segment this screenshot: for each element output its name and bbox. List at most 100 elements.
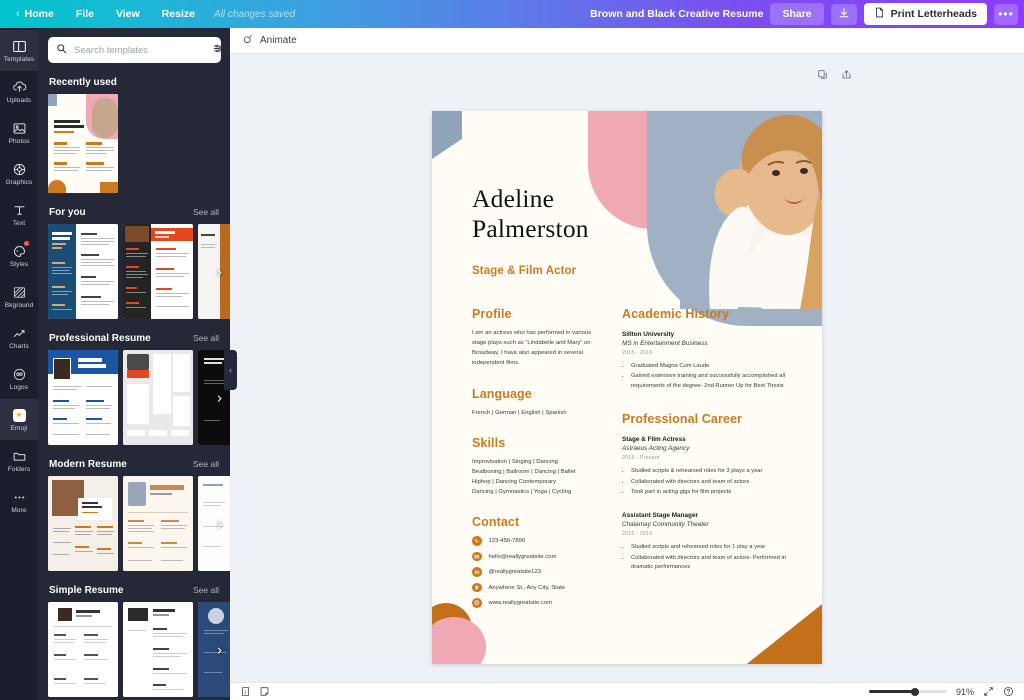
- notes-icon[interactable]: [259, 686, 270, 697]
- sidebar-item-folders[interactable]: Folders: [0, 440, 38, 481]
- duplicate-page-icon[interactable]: [817, 67, 828, 85]
- skills-line[interactable]: Improvisation | Singing | Dancing: [472, 457, 600, 467]
- sidebar-label-logos: Logos: [10, 385, 28, 392]
- sidebar-item-emoji[interactable]: ☀ Emoji: [0, 399, 38, 440]
- academic-section: Academic History Sillton University MS i…: [622, 307, 787, 391]
- resume-name[interactable]: Adeline Palmerston: [472, 184, 672, 244]
- bottom-bar: 1 91%: [230, 682, 1024, 700]
- sidebar-item-templates[interactable]: Templates: [0, 30, 38, 71]
- skills-line[interactable]: Dancing | Gymnastics | Yoga | Cycling: [472, 487, 600, 497]
- more-dots-icon: •••: [998, 7, 1014, 21]
- menu-file[interactable]: File: [65, 3, 105, 25]
- contact-row-email[interactable]: hello@reallygreatsite.com: [472, 552, 600, 562]
- more-options-button[interactable]: •••: [994, 4, 1018, 25]
- see-all-link[interactable]: See all: [193, 585, 219, 595]
- canvas-area: Animate: [230, 28, 1024, 700]
- career-title: Assistant Stage Manager: [622, 512, 787, 519]
- templates-icon: [11, 38, 28, 55]
- photo-icon: [11, 120, 28, 137]
- sidebar-item-charts[interactable]: Charts: [0, 317, 38, 358]
- menu-view[interactable]: View: [105, 3, 151, 25]
- language-text[interactable]: French | German | English | Spanish: [472, 408, 600, 418]
- menu-resize[interactable]: Resize: [151, 3, 206, 25]
- see-all-link[interactable]: See all: [193, 459, 219, 469]
- top-bar-left-menus: ‹ Home File View Resize All changes save…: [0, 3, 295, 25]
- chevron-left-icon: ‹: [16, 8, 20, 20]
- skills-line[interactable]: Hiphop | Dancing Contemporary: [472, 477, 600, 487]
- see-all-link[interactable]: See all: [193, 207, 219, 217]
- sidebar-item-photos[interactable]: Photos: [0, 112, 38, 153]
- carousel-next-arrow[interactable]: ›: [217, 515, 222, 532]
- career-bullets: Studied scripts & rehearsed roles for 3 …: [622, 467, 787, 497]
- sidebar-item-styles[interactable]: Styles: [0, 235, 38, 276]
- text-icon: [11, 202, 28, 219]
- career-entry[interactable]: Stage & Film Actress Astraeus Acting Age…: [622, 436, 787, 497]
- deco-bottom-pink-circle: [432, 617, 486, 664]
- resume-last-name: Palmerston: [472, 214, 672, 244]
- contact-row-linkedin[interactable]: @reallygreatsite123: [472, 567, 600, 577]
- list-item: Took part in acting gigs for film projec…: [631, 488, 787, 497]
- career-subtitle: Chalamay Community Theater: [622, 521, 787, 528]
- resume-page[interactable]: Adeline Palmerston Stage & Film Actor Pr…: [432, 111, 822, 664]
- panel-collapse-handle[interactable]: ‹: [224, 350, 237, 390]
- template-thumb[interactable]: [123, 476, 193, 571]
- contact-row-phone[interactable]: 123-456-7890: [472, 536, 600, 546]
- career-dates: 2015 - 2016: [622, 531, 787, 537]
- fullscreen-icon[interactable]: [983, 686, 994, 697]
- sidebar-label-styles: Styles: [10, 262, 28, 269]
- contact-row-location[interactable]: Anywhere St., Any City, State: [472, 583, 600, 593]
- sidebar-item-logos[interactable]: Logos: [0, 358, 38, 399]
- template-thumb[interactable]: [198, 224, 230, 319]
- see-all-link[interactable]: See all: [193, 333, 219, 343]
- sidebar-item-uploads[interactable]: Uploads: [0, 71, 38, 112]
- career-entry[interactable]: Assistant Stage Manager Chalamay Communi…: [622, 512, 787, 572]
- contact-row-website[interactable]: www.reallygreatsite.com: [472, 598, 600, 608]
- academic-title: Sillton University: [622, 331, 787, 338]
- template-thumb[interactable]: [48, 602, 118, 697]
- template-thumb[interactable]: [48, 350, 118, 445]
- carousel-next-arrow[interactable]: ›: [217, 389, 222, 406]
- zoom-slider[interactable]: [869, 690, 947, 693]
- sidebar-item-more[interactable]: More: [0, 481, 38, 522]
- template-thumb[interactable]: [123, 602, 193, 697]
- template-thumb[interactable]: [48, 94, 118, 193]
- template-thumb[interactable]: [123, 224, 193, 319]
- globe-icon: [472, 598, 482, 608]
- export-page-icon[interactable]: [841, 67, 852, 85]
- page-manager-icon[interactable]: 1: [240, 686, 251, 697]
- zoom-slider-knob[interactable]: [911, 688, 919, 696]
- profile-text[interactable]: I am an actress who has performed in var…: [472, 328, 600, 369]
- sidebar-item-graphics[interactable]: Graphics: [0, 153, 38, 194]
- home-button[interactable]: ‹ Home: [10, 3, 65, 25]
- print-letterheads-button[interactable]: Print Letterheads: [864, 3, 987, 25]
- academic-entry[interactable]: Sillton University MS in Entertainment B…: [622, 331, 787, 391]
- sidebar-item-bkground[interactable]: Bkground: [0, 276, 38, 317]
- career-dates: 2016 - Present: [622, 455, 787, 461]
- animate-button[interactable]: Animate: [260, 35, 297, 46]
- logos-icon: [11, 366, 28, 383]
- template-thumb[interactable]: [198, 476, 230, 571]
- sidebar-item-text[interactable]: Text: [0, 194, 38, 235]
- search-input[interactable]: [74, 45, 206, 56]
- share-button[interactable]: Share: [770, 3, 823, 25]
- template-thumb[interactable]: [48, 476, 118, 571]
- template-thumb[interactable]: [123, 350, 193, 445]
- canvas-toolbar: Animate: [230, 28, 1024, 54]
- template-thumb[interactable]: [48, 224, 118, 319]
- carousel-next-arrow[interactable]: ›: [217, 641, 222, 658]
- skills-line[interactable]: Beatboxing | Ballroom | Dancing | Ballet: [472, 467, 600, 477]
- carousel-next-arrow[interactable]: ›: [217, 263, 222, 280]
- resume-first-name: Adeline: [472, 184, 672, 214]
- help-icon[interactable]: [1003, 686, 1014, 697]
- phone-icon: [472, 536, 482, 546]
- document-title[interactable]: Brown and Black Creative Resume: [590, 8, 763, 20]
- download-button[interactable]: [831, 4, 857, 25]
- section-title: Professional Resume: [49, 333, 151, 344]
- search-box[interactable]: [48, 37, 221, 63]
- styles-new-badge: [24, 241, 29, 246]
- filter-sliders-icon[interactable]: [213, 41, 224, 59]
- contact-text: 123-456-7890: [489, 538, 526, 544]
- template-thumb[interactable]: [198, 602, 230, 697]
- section-header-for-you: For you See all: [49, 207, 219, 218]
- resume-role[interactable]: Stage & Film Actor: [472, 265, 576, 277]
